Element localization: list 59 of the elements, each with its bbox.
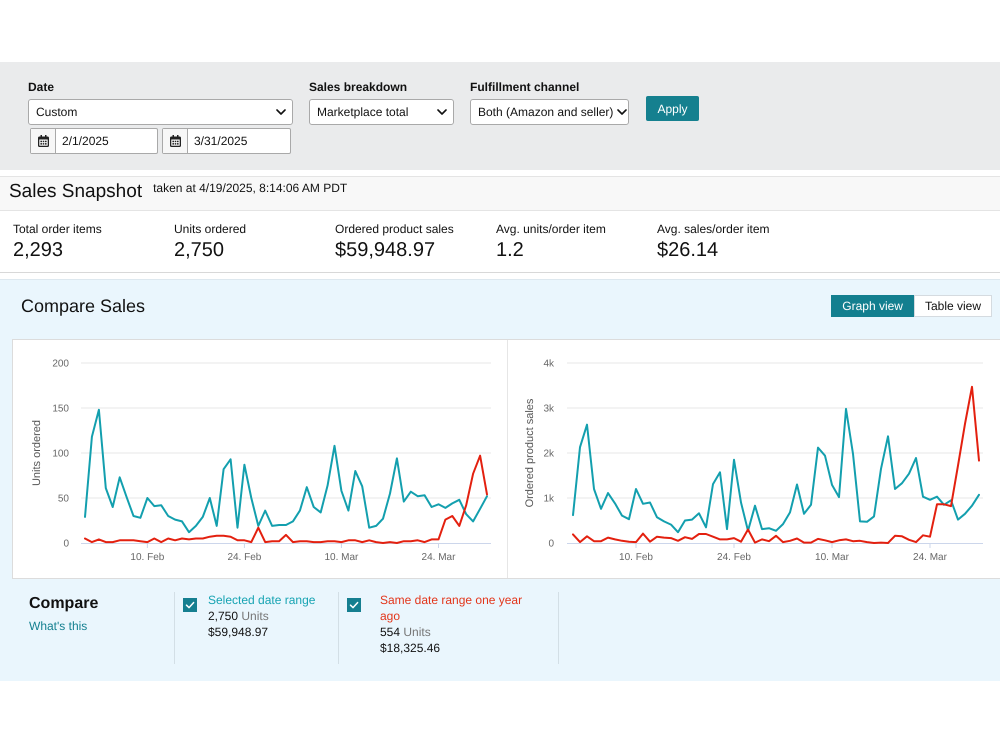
y-tick-label: 50 xyxy=(58,494,69,504)
section-title: Compare Sales xyxy=(21,295,146,317)
field-label: Sales breakdown xyxy=(309,80,408,94)
view-tab[interactable]: Table view xyxy=(914,295,992,317)
calendar-icon xyxy=(38,135,48,147)
metric-value: 2,750 xyxy=(174,238,226,262)
y-tick-label: 3k xyxy=(543,404,554,414)
help-link[interactable]: What's this xyxy=(29,619,174,633)
y-tick-label: 2k xyxy=(543,448,554,460)
y-axis-title: Ordered product sales xyxy=(524,398,536,508)
checkbox[interactable] xyxy=(183,598,197,612)
view-tab[interactable]: Graph view xyxy=(831,295,914,317)
series-label: Selected date range xyxy=(208,592,316,608)
field-label: Fulfillment channel xyxy=(470,80,580,94)
x-tick-label: 10. Feb xyxy=(619,552,653,563)
units-count: 2,750 Units xyxy=(208,608,270,624)
metric-value: $26.14 xyxy=(657,238,720,262)
x-tick-label: 24. Feb xyxy=(717,552,751,563)
y-tick-label: 0 xyxy=(63,538,69,550)
field-label: Date xyxy=(28,80,56,94)
y-tick-label: 4k xyxy=(543,358,554,370)
metric-label: Ordered product sales xyxy=(335,222,455,236)
x-tick-label: 24. Mar xyxy=(913,552,947,563)
x-tick-label: 24. Feb xyxy=(227,552,262,563)
y-tick-label: 0 xyxy=(548,538,554,550)
dropdown[interactable]: Marketplace total xyxy=(309,99,454,125)
metric-value: $59,948.97 xyxy=(335,238,436,262)
metric-value: 1.2 xyxy=(496,238,525,262)
dropdown[interactable]: Custom xyxy=(28,99,293,125)
metric-label: Avg. units/order item xyxy=(496,222,607,236)
x-tick-label: 10. Mar xyxy=(324,552,358,563)
calendar-icon xyxy=(170,135,180,147)
x-tick-label: 10. Feb xyxy=(130,552,164,563)
chevron-down-icon xyxy=(617,109,628,115)
date-field[interactable]: 3/31/2025 xyxy=(162,128,291,154)
x-tick-label: 24. Mar xyxy=(422,552,456,563)
y-tick-label: 100 xyxy=(52,448,69,460)
y-tick-label: 150 xyxy=(52,404,69,414)
units-count: 554 Units xyxy=(380,624,432,640)
date-field[interactable]: 2/1/2025 xyxy=(30,128,158,154)
sales-amount: $59,948.97 xyxy=(208,624,270,640)
dropdown[interactable]: Both (Amazon and seller) xyxy=(470,99,629,125)
metric-value: 2,293 xyxy=(13,238,64,262)
section-title: Sales Snapshot xyxy=(9,181,142,203)
apply-button[interactable]: Apply xyxy=(646,96,699,121)
timestamp: taken at 4/19/2025, 8:14:06 AM PDT xyxy=(153,181,348,195)
chevron-down-icon xyxy=(276,109,286,115)
y-tick-label: 1k xyxy=(543,494,554,504)
legend-title: Compare xyxy=(29,595,100,613)
chevron-down-icon xyxy=(437,109,447,115)
x-tick-label: 10. Mar xyxy=(815,552,849,563)
checkbox[interactable] xyxy=(347,598,361,612)
series-label: Same date range one year ago xyxy=(380,592,524,624)
y-tick-label: 200 xyxy=(52,358,69,370)
metric-label: Avg. sales/order item xyxy=(657,222,770,236)
metric-label: Units ordered xyxy=(174,222,248,236)
metric-label: Total order items xyxy=(13,222,103,236)
y-axis-title: Units ordered xyxy=(31,420,43,486)
sales-amount: $18,325.46 xyxy=(380,640,442,656)
